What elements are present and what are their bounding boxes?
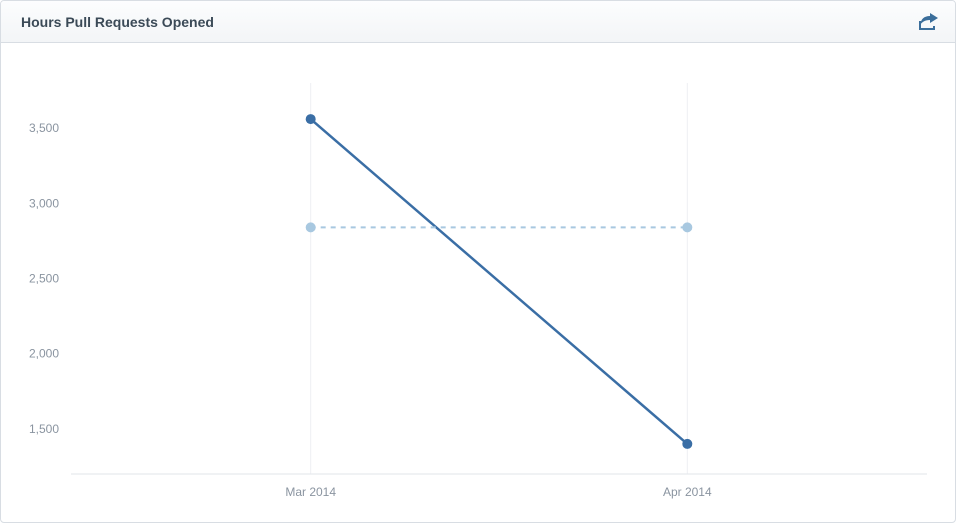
y-tick-label: 2,500 [29,272,59,286]
y-tick-label: 3,000 [29,196,59,210]
point-hours [306,114,316,124]
card-title: Hours Pull Requests Opened [21,14,214,30]
point-average [306,222,316,232]
point-hours [682,439,692,449]
share-button[interactable] [917,10,941,34]
card-header: Hours Pull Requests Opened [1,1,955,43]
y-tick-label: 1,500 [29,422,59,436]
chart-svg: 1,500 2,000 2,500 3,000 3,500 Mar 2014 Apr 201… [1,43,956,523]
chart-card: Hours Pull Requests Opened 1,500 2,000 2,5… [0,0,956,523]
y-tick-label: 2,000 [29,347,59,361]
share-icon [919,13,939,31]
x-tick-label: Apr 2014 [663,485,712,499]
point-average [682,222,692,232]
y-tick-label: 3,500 [29,121,59,135]
series-hours [311,119,688,444]
x-tick-label: Mar 2014 [285,485,336,499]
chart-plot-area: 1,500 2,000 2,500 3,000 3,500 Mar 2014 Apr 201… [1,43,955,522]
